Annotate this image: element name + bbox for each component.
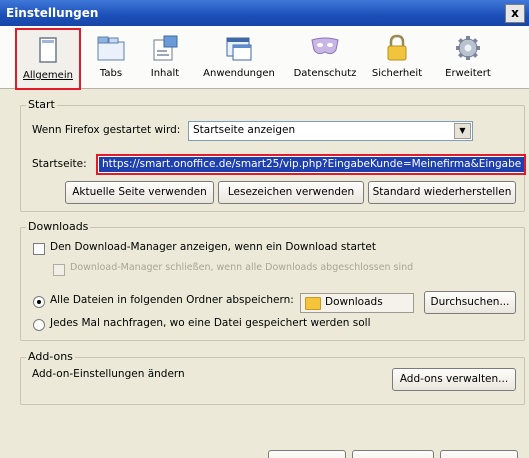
download-folder-value: Downloads [325, 296, 383, 308]
download-folder-field: Downloads [300, 293, 414, 313]
show-download-manager-label: Den Download-Manager anzeigen, wenn ein … [50, 241, 376, 253]
save-all-label: Alle Dateien in folgenden Ordner abspeic… [50, 294, 294, 306]
addons-settings-label: Add-on-Einstellungen ändern [32, 368, 185, 380]
pane-label: Erweitert [445, 68, 491, 79]
restore-default-button[interactable]: Standard wiederherstellen [368, 181, 516, 204]
manage-addons-button[interactable]: Add-ons verwalten... [392, 368, 516, 391]
help-button[interactable] [440, 450, 518, 458]
pane-label: Inhalt [150, 68, 180, 79]
homepage-input-value: https://smart.onoffice.de/smart25/vip.ph… [102, 158, 522, 170]
homepage-input[interactable]: https://smart.onoffice.de/smart25/vip.ph… [96, 154, 526, 175]
show-download-manager-checkbox[interactable] [33, 243, 45, 255]
close-download-manager-label: Download-Manager schließen, wenn alle Do… [70, 262, 414, 273]
gear-icon [456, 36, 480, 60]
downloads-group-title: Downloads [26, 220, 91, 233]
addons-group-title: Add-ons [26, 350, 75, 363]
start-group-title: Start [26, 98, 57, 111]
always-ask-label: Jedes Mal nachfragen, wo eine Datei gesp… [50, 317, 371, 329]
use-bookmark-button[interactable]: Lesezeichen verwenden [218, 181, 364, 204]
pane-sicherheit[interactable]: Sicherheit [366, 28, 428, 86]
pane-label: Allgemein [23, 70, 73, 81]
pane-allgemein[interactable]: Allgemein [15, 28, 81, 90]
folder-icon [305, 297, 321, 310]
startup-select-value: Startseite anzeigen [193, 124, 296, 136]
window-icon [39, 37, 57, 63]
pane-label: Datenschutz [293, 68, 357, 79]
settings-window: Einstellungen x Allgemein Tabs Inhalt An… [0, 0, 529, 458]
startup-select[interactable]: Startseite anzeigen ▼ [188, 121, 473, 141]
save-all-radio[interactable] [33, 296, 45, 308]
ok-button[interactable] [268, 450, 346, 458]
pane-anwendungen[interactable]: Anwendungen [196, 28, 282, 86]
window-title: Einstellungen [6, 6, 99, 20]
pane-label: Sicherheit [371, 68, 423, 79]
chevron-down-icon[interactable]: ▼ [454, 123, 471, 139]
use-current-page-button[interactable]: Aktuelle Seite verwenden [65, 181, 214, 204]
always-ask-radio[interactable] [33, 319, 45, 331]
close-button[interactable]: x [505, 4, 525, 23]
padlock-icon [387, 34, 407, 61]
pane-tabs[interactable]: Tabs [84, 28, 138, 86]
homepage-label: Startseite: [32, 158, 87, 170]
pane-label: Anwendungen [203, 68, 275, 79]
pane-datenschutz[interactable]: Datenschutz [288, 28, 362, 86]
pane-label: Tabs [99, 68, 123, 79]
startup-label: Wenn Firefox gestartet wird: [32, 124, 181, 136]
content-icon [153, 35, 178, 61]
mask-icon [311, 37, 339, 55]
title-bar[interactable]: Einstellungen x [0, 0, 529, 26]
pane-inhalt[interactable]: Inhalt [138, 28, 192, 86]
applications-icon [226, 37, 252, 61]
pane-erweitert[interactable]: Erweitert [436, 28, 500, 86]
browse-button[interactable]: Durchsuchen... [424, 291, 516, 314]
cancel-button[interactable] [352, 450, 434, 458]
tabs-icon [97, 36, 125, 61]
close-download-manager-checkbox [53, 264, 65, 276]
